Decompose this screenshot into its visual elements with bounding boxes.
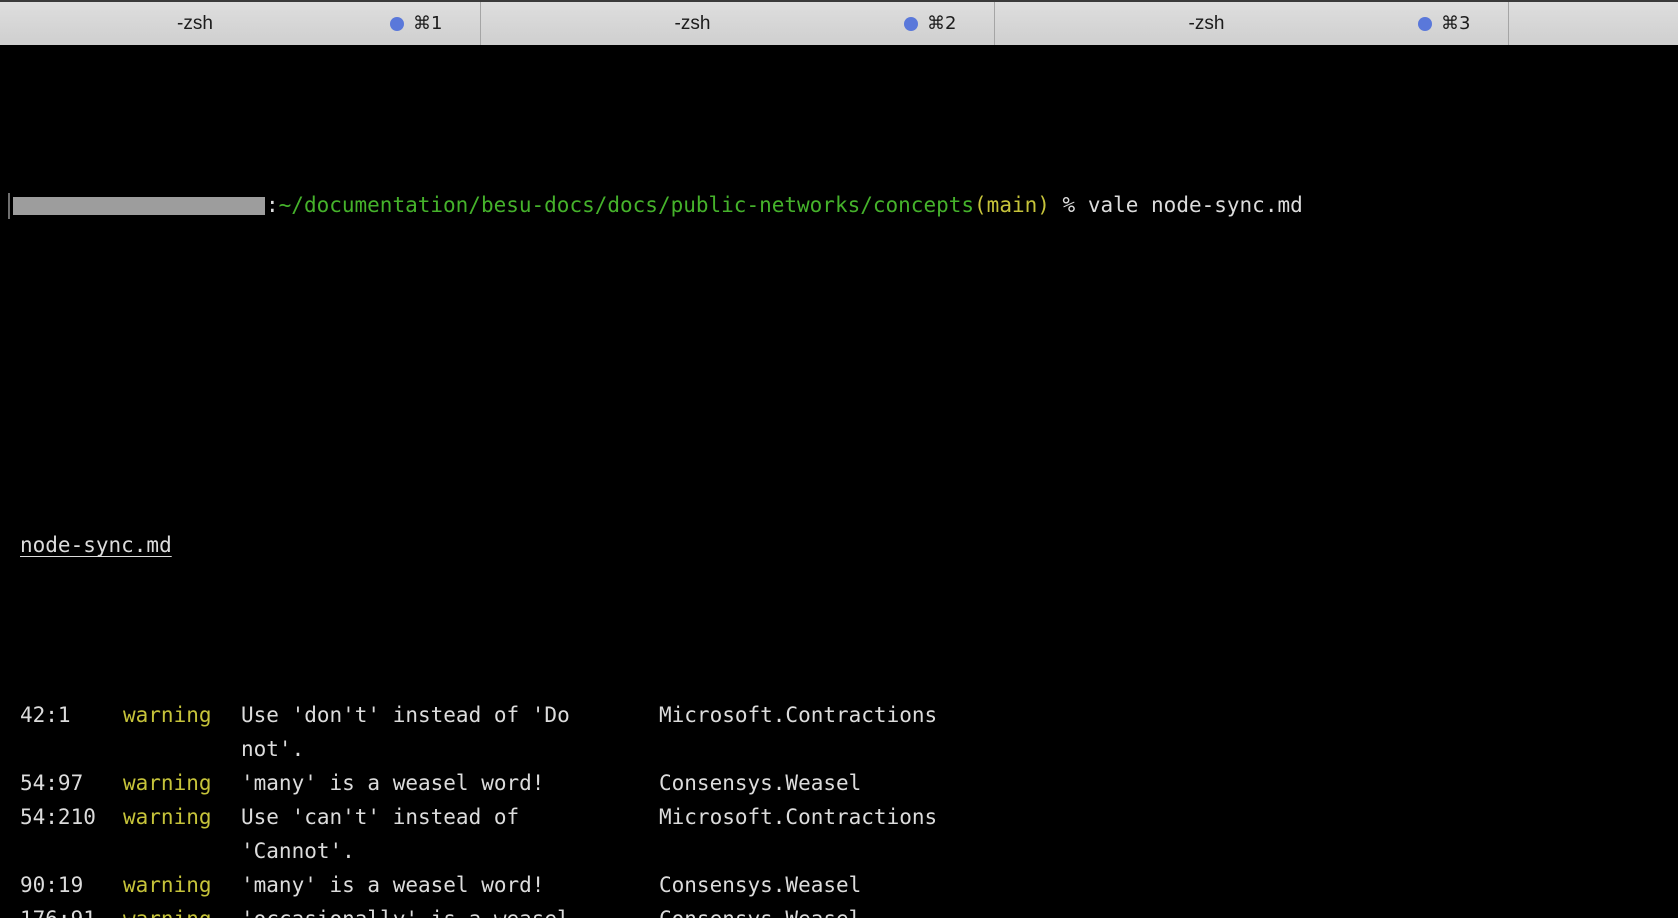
issue-location: 90:19	[20, 868, 123, 902]
tab-title: -zsh	[0, 13, 390, 35]
issue-location: 42:1	[20, 698, 123, 732]
terminal-screen[interactable]: :~/documentation/besu-docs/docs/public-n…	[0, 45, 1678, 918]
prompt-command: % vale node-sync.md	[1050, 193, 1303, 217]
issue-rule: Consensys.Weasel	[659, 766, 1678, 800]
issue-message: Use 'can't' instead of 'Cannot'.	[241, 800, 659, 868]
issue-message: 'many' is a weasel word!	[241, 868, 659, 902]
issue-message: 'occasionally' is a weasel word!	[241, 902, 659, 918]
tab-zsh-1[interactable]: -zsh ⌘1	[0, 2, 481, 45]
issue-message: 'many' is a weasel word!	[241, 766, 659, 800]
tab-active-dot-icon	[904, 17, 918, 31]
blank-line	[8, 358, 1678, 392]
issue-severity: warning	[123, 766, 241, 800]
issue-rule: Consensys.Weasel	[659, 868, 1678, 902]
file-header: node-sync.md	[20, 528, 1678, 562]
issue-rule: Consensys.Weasel	[659, 902, 1678, 918]
tab-badge: ⌘2	[904, 13, 968, 34]
issue-location: 54:210	[20, 800, 123, 834]
tab-shortcut: ⌘3	[1441, 13, 1470, 34]
tab-badge: ⌘1	[390, 13, 454, 34]
tab-title: -zsh	[481, 13, 904, 35]
redaction-edge	[8, 193, 10, 219]
issue-severity: warning	[123, 800, 241, 834]
tab-zsh-2[interactable]: -zsh ⌘2	[481, 2, 995, 45]
issue-rule: Microsoft.Contractions	[659, 698, 1678, 732]
file-name: node-sync.md	[20, 533, 172, 557]
issue-location: 54:97	[20, 766, 123, 800]
tab-shortcut: ⌘1	[413, 13, 442, 34]
prompt-git-branch: (main)	[974, 193, 1050, 217]
prompt-separator: :	[266, 193, 279, 217]
prompt-line: :~/documentation/besu-docs/docs/public-n…	[8, 188, 1678, 222]
issues-table: 42:1warningUse 'don't' instead of 'Do no…	[20, 698, 1678, 918]
tab-active-dot-icon	[390, 17, 404, 31]
issue-severity: warning	[123, 902, 241, 918]
issue-rule: Microsoft.Contractions	[659, 800, 1678, 834]
tab-bar-empty-area	[1509, 2, 1678, 45]
tab-badge: ⌘3	[1418, 13, 1482, 34]
tab-bar: -zsh ⌘1 -zsh ⌘2 -zsh ⌘3	[0, 0, 1678, 45]
tab-zsh-3[interactable]: -zsh ⌘3	[995, 2, 1509, 45]
redacted-username-box	[13, 197, 265, 215]
tab-title: -zsh	[995, 13, 1418, 35]
issue-location: 176:91	[20, 902, 123, 918]
tab-active-dot-icon	[1418, 17, 1432, 31]
issue-message: Use 'don't' instead of 'Do not'.	[241, 698, 659, 766]
issue-severity: warning	[123, 698, 241, 732]
prompt-path: ~/documentation/besu-docs/docs/public-ne…	[279, 193, 974, 217]
issue-severity: warning	[123, 868, 241, 902]
tab-shortcut: ⌘2	[927, 13, 956, 34]
